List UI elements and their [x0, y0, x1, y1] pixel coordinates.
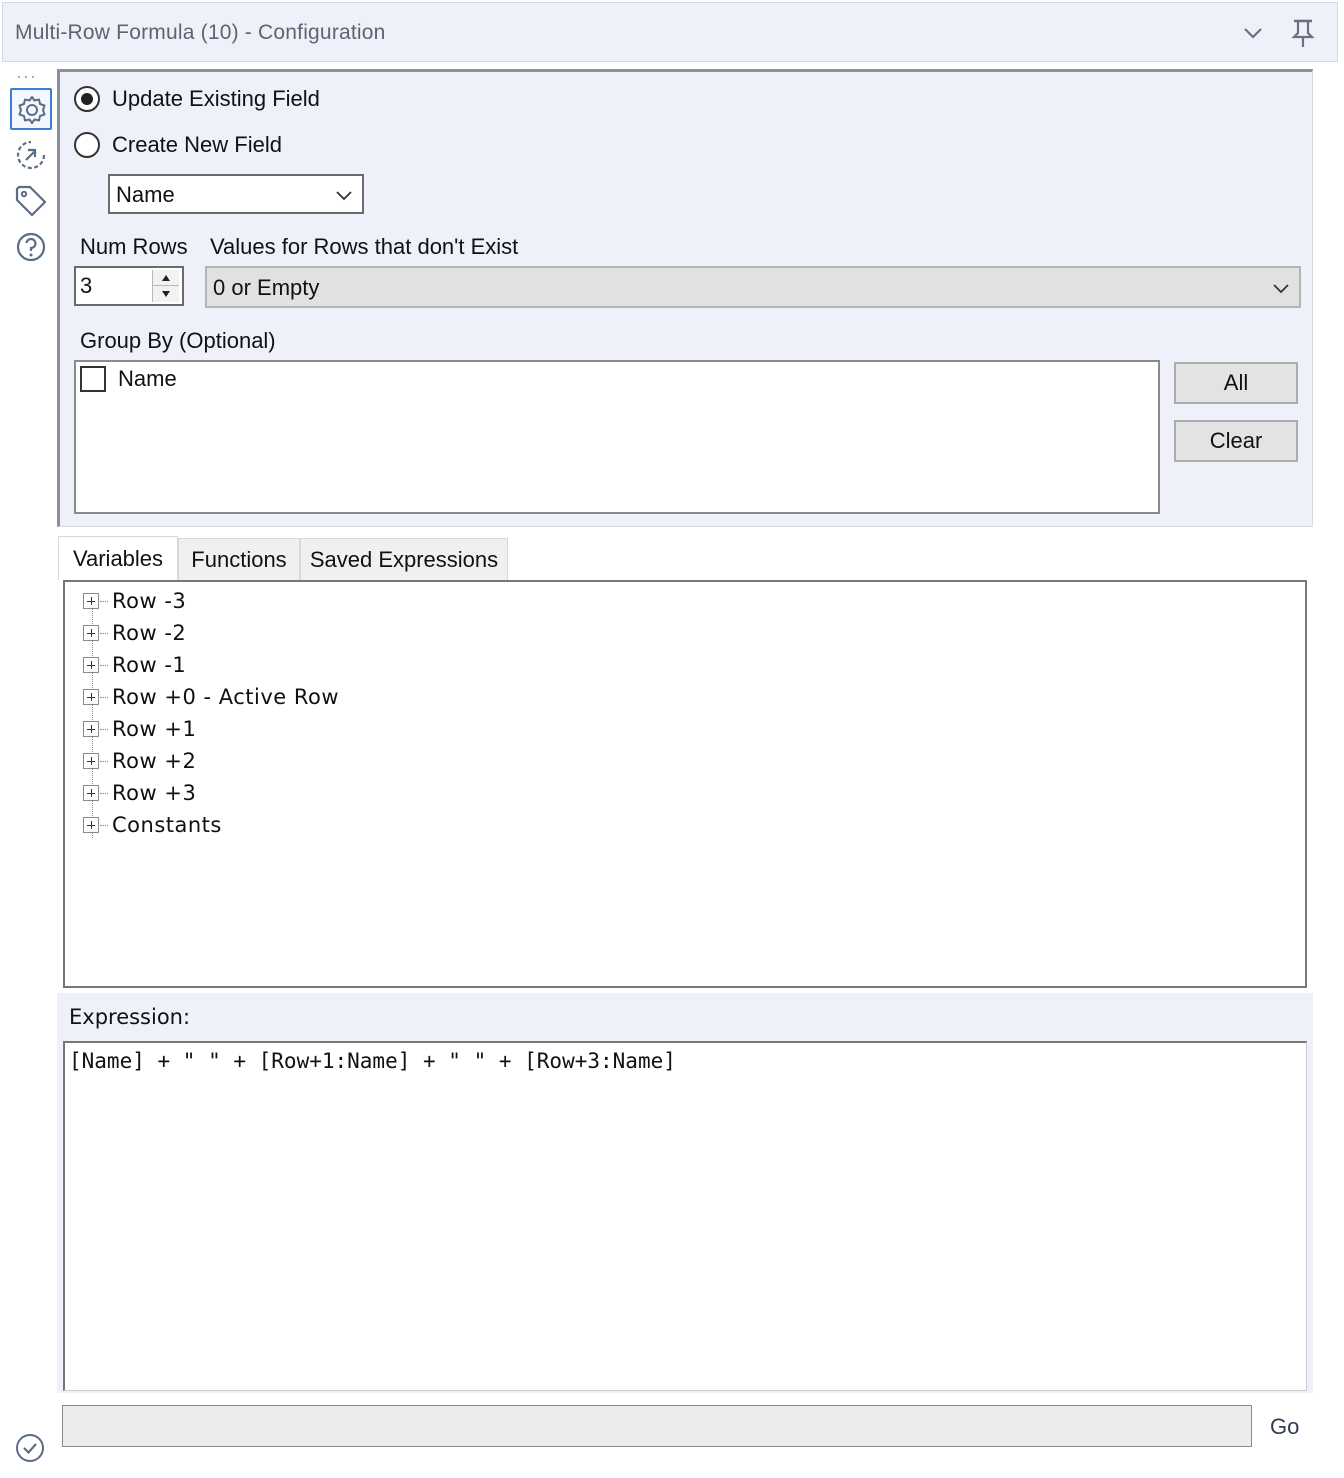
group-by-label: Group By (Optional) — [80, 328, 276, 353]
expand-icon[interactable] — [83, 689, 99, 705]
tree-item-label: Row -1 — [112, 653, 187, 677]
tree-item[interactable]: Constants — [83, 810, 222, 840]
num-rows-value: 3 — [80, 273, 93, 298]
tree-item[interactable]: Row +3 — [83, 778, 196, 808]
config-panel: Update Existing Field Create New Field N… — [57, 69, 1313, 527]
group-by-list: Name — [74, 360, 1160, 514]
check-circle-icon[interactable] — [14, 1432, 46, 1464]
list-item[interactable]: Name — [80, 366, 177, 392]
values-missing-label: Values for Rows that don't Exist — [210, 234, 519, 259]
expand-icon[interactable] — [83, 625, 99, 641]
expand-icon[interactable] — [83, 753, 99, 769]
radio-create-new-field[interactable]: Create New Field — [74, 130, 282, 160]
window-title: Multi-Row Formula (10) - Configuration — [15, 21, 386, 44]
expand-icon[interactable] — [83, 657, 99, 673]
tab-saved-expressions[interactable]: Saved Expressions — [300, 538, 508, 580]
radio-label: Create New Field — [112, 132, 282, 157]
go-button[interactable]: Go — [1270, 1414, 1299, 1440]
radio-update-existing-field[interactable]: Update Existing Field — [74, 84, 320, 114]
radio-label: Update Existing Field — [112, 86, 320, 111]
more-dots-icon[interactable]: ··· — [16, 66, 37, 87]
tab-functions[interactable]: Functions — [178, 538, 300, 580]
values-missing-select[interactable]: 0 or Empty — [205, 266, 1301, 308]
tree-item[interactable]: Row +0 - Active Row — [83, 682, 339, 712]
title-bar: Multi-Row Formula (10) - Configuration — [2, 2, 1338, 62]
expand-icon[interactable] — [83, 817, 99, 833]
expand-icon[interactable] — [83, 785, 99, 801]
expression-panel: Expression: [Name] + " " + [Row+1:Name] … — [57, 993, 1313, 1393]
stepper-up-icon[interactable] — [153, 270, 179, 286]
tree-item[interactable]: Row -3 — [83, 586, 186, 616]
clear-button[interactable]: Clear — [1174, 420, 1298, 462]
field-select-value: Name — [116, 182, 175, 207]
connection-icon[interactable] — [10, 134, 52, 176]
tree-item[interactable]: Row -2 — [83, 618, 186, 648]
configuration-window: Multi-Row Formula (10) - Configuration ·… — [0, 0, 1344, 1478]
tree-item[interactable]: Row +2 — [83, 746, 196, 776]
expand-icon[interactable] — [83, 593, 99, 609]
expression-label: Expression: — [69, 1005, 191, 1029]
expand-icon[interactable] — [83, 721, 99, 737]
radio-button[interactable] — [74, 132, 100, 158]
tree-item-label: Row +1 — [112, 717, 197, 741]
expression-text: [Name] + " " + [Row+1:Name] + " " + [Row… — [69, 1049, 676, 1073]
left-rail: ··· — [0, 62, 58, 1478]
gear-icon[interactable] — [10, 88, 52, 130]
chevron-down-icon — [1269, 276, 1293, 300]
tree-item-label: Row -3 — [112, 589, 187, 613]
pin-icon[interactable] — [1287, 17, 1319, 49]
chevron-down-icon — [332, 183, 356, 207]
tree-item-label: Row +3 — [112, 781, 197, 805]
expression-editor[interactable]: [Name] + " " + [Row+1:Name] + " " + [Row… — [63, 1041, 1307, 1391]
field-select[interactable]: Name — [108, 174, 364, 214]
all-button[interactable]: All — [1174, 362, 1298, 404]
num-rows-label: Num Rows — [80, 234, 188, 259]
tree-item-label: Constants — [112, 813, 222, 837]
radio-button[interactable] — [74, 86, 100, 112]
stepper-arrows[interactable] — [152, 270, 180, 302]
status-input[interactable] — [62, 1405, 1252, 1447]
tag-icon[interactable] — [10, 180, 52, 222]
tree-item-label: Row +2 — [112, 749, 197, 773]
tree-item[interactable]: Row +1 — [83, 714, 196, 744]
checkbox[interactable] — [80, 366, 106, 392]
chevron-down-icon[interactable] — [1237, 17, 1269, 49]
tree-item-label: Row +0 - Active Row — [112, 685, 340, 709]
tab-variables[interactable]: Variables — [58, 536, 178, 580]
tree-item-label: Row -2 — [112, 621, 187, 645]
checkbox-label: Name — [118, 366, 177, 391]
variables-tree: Row -3 Row -2 Row -1 Row +0 - Active Row… — [63, 580, 1307, 988]
help-icon[interactable] — [10, 226, 52, 268]
num-rows-stepper[interactable]: 3 — [74, 266, 184, 306]
tree-item[interactable]: Row -1 — [83, 650, 186, 680]
stepper-down-icon[interactable] — [153, 286, 179, 302]
values-missing-value: 0 or Empty — [213, 275, 320, 300]
